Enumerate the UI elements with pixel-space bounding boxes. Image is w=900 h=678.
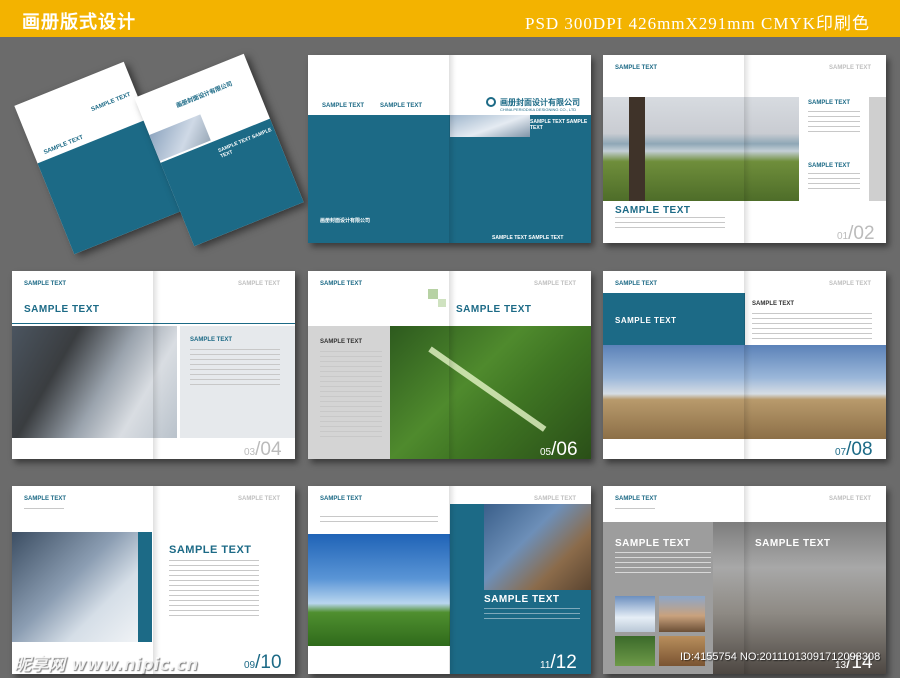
cover-company-en: CHINA PERIODIKA DESIGNING CO., LTD xyxy=(500,107,577,112)
spread-07-08: SAMPLE TEXT SAMPLE TEXT SAMPLE TEXT SAMP… xyxy=(603,271,886,459)
spread-label-right: SAMPLE TEXT xyxy=(829,281,872,287)
right-heading-1: SAMPLE TEXT xyxy=(808,100,851,106)
page-number: 05/06 xyxy=(540,439,578,459)
photo-heading: SAMPLE TEXT xyxy=(755,538,831,549)
page-number: 03/04 xyxy=(244,439,282,459)
banner-title: 画册版式设计 xyxy=(22,12,136,33)
spread-label-right: SAMPLE TEXT xyxy=(238,281,281,287)
teal-heading: SAMPLE TEXT xyxy=(484,594,560,605)
spread-heading: SAMPLE TEXT xyxy=(169,544,252,556)
spread-label: SAMPLE TEXT xyxy=(615,496,658,502)
right-heading: SAMPLE TEXT xyxy=(752,301,795,307)
page-number: 07/08 xyxy=(835,439,873,459)
page-number: 01/02 xyxy=(837,223,875,243)
teal-heading: SAMPLE TEXT xyxy=(615,316,677,325)
cover-label-1: SAMPLE TEXT xyxy=(322,103,365,109)
spread-label-right: SAMPLE TEXT xyxy=(534,496,577,502)
spread-03-04: SAMPLE TEXT SAMPLE TEXT SAMPLE TEXT SAMP… xyxy=(12,271,295,459)
spread-label: SAMPLE TEXT xyxy=(24,281,67,287)
right-heading-2: SAMPLE TEXT xyxy=(808,163,851,169)
booklet-back-label-2: SAMPLE TEXT xyxy=(90,91,132,114)
mountain-thumb xyxy=(615,596,655,632)
spread-09-10: SAMPLE TEXT SAMPLE TEXT SAMPLE TEXT 09/1… xyxy=(12,486,295,674)
spread-cover: SAMPLE TEXT SAMPLE TEXT 画册封面设计有限公司 CHINA… xyxy=(308,55,591,243)
spread-heading: SAMPLE TEXT xyxy=(24,304,100,315)
tree-lake-photo xyxy=(603,97,799,201)
handshake-photo xyxy=(12,532,138,642)
grey-panel-heading: SAMPLE TEXT xyxy=(320,339,363,345)
page-number: 11/12 xyxy=(540,652,577,673)
spread-heading: SAMPLE TEXT xyxy=(456,304,532,315)
top-banner: 画册版式设计 PSD 300DPI 426mmX291mm CMYK印刷色 xyxy=(0,0,900,37)
spread-label: SAMPLE TEXT xyxy=(320,496,363,502)
side-heading: SAMPLE TEXT xyxy=(190,337,233,343)
spread-label: SAMPLE TEXT xyxy=(24,496,67,502)
cover-label-2: SAMPLE TEXT xyxy=(380,103,423,109)
spread-label-right: SAMPLE TEXT xyxy=(534,281,577,287)
field-trees-photo xyxy=(308,534,450,646)
spread-label-right: SAMPLE TEXT xyxy=(829,496,872,502)
grey-heading: SAMPLE TEXT xyxy=(615,538,691,549)
spread-01-02: SAMPLE TEXT SAMPLE TEXT SAMPLE TEXT SAMP… xyxy=(603,55,886,243)
site-watermark: 昵享网 www.nipic.cn xyxy=(14,655,199,675)
spread-heading: SAMPLE TEXT xyxy=(615,205,691,216)
spread-11-12: SAMPLE TEXT SAMPLE TEXT SAMPLE TEXT 11/1… xyxy=(308,486,591,674)
image-id: ID:4155754 NO:20111013091712093308 xyxy=(680,651,881,663)
spread-label: SAMPLE TEXT xyxy=(615,65,658,71)
banner-spec: PSD 300DPI 426mmX291mm CMYK印刷色 xyxy=(524,14,870,33)
spread-label-right: SAMPLE TEXT xyxy=(238,496,281,502)
cow-thumb xyxy=(615,636,655,666)
spread-13-14: SAMPLE TEXT SAMPLE TEXT SAMPLE TEXT SAMP… xyxy=(603,486,886,674)
house-thumb xyxy=(659,596,705,632)
logo-icon xyxy=(486,97,496,107)
street-sign-photo xyxy=(484,504,591,590)
spread-label: SAMPLE TEXT xyxy=(615,281,658,287)
spread-label: SAMPLE TEXT xyxy=(320,281,363,287)
page-number: 09/10 xyxy=(244,652,282,673)
cover-bottom-pair: SAMPLE TEXT SAMPLE TEXT xyxy=(492,235,564,241)
cover-sample-pair: SAMPLE TEXT SAMPLE TEXT xyxy=(530,119,588,131)
cover-back-company: 画册封面设计有限公司 xyxy=(320,218,371,224)
spread-label-right: SAMPLE TEXT xyxy=(829,65,872,71)
booklet-company: 画册封面设计有限公司 xyxy=(175,81,234,110)
spread-05-06: SAMPLE TEXT SAMPLE TEXT SAMPLE TEXT SAMP… xyxy=(308,271,591,459)
